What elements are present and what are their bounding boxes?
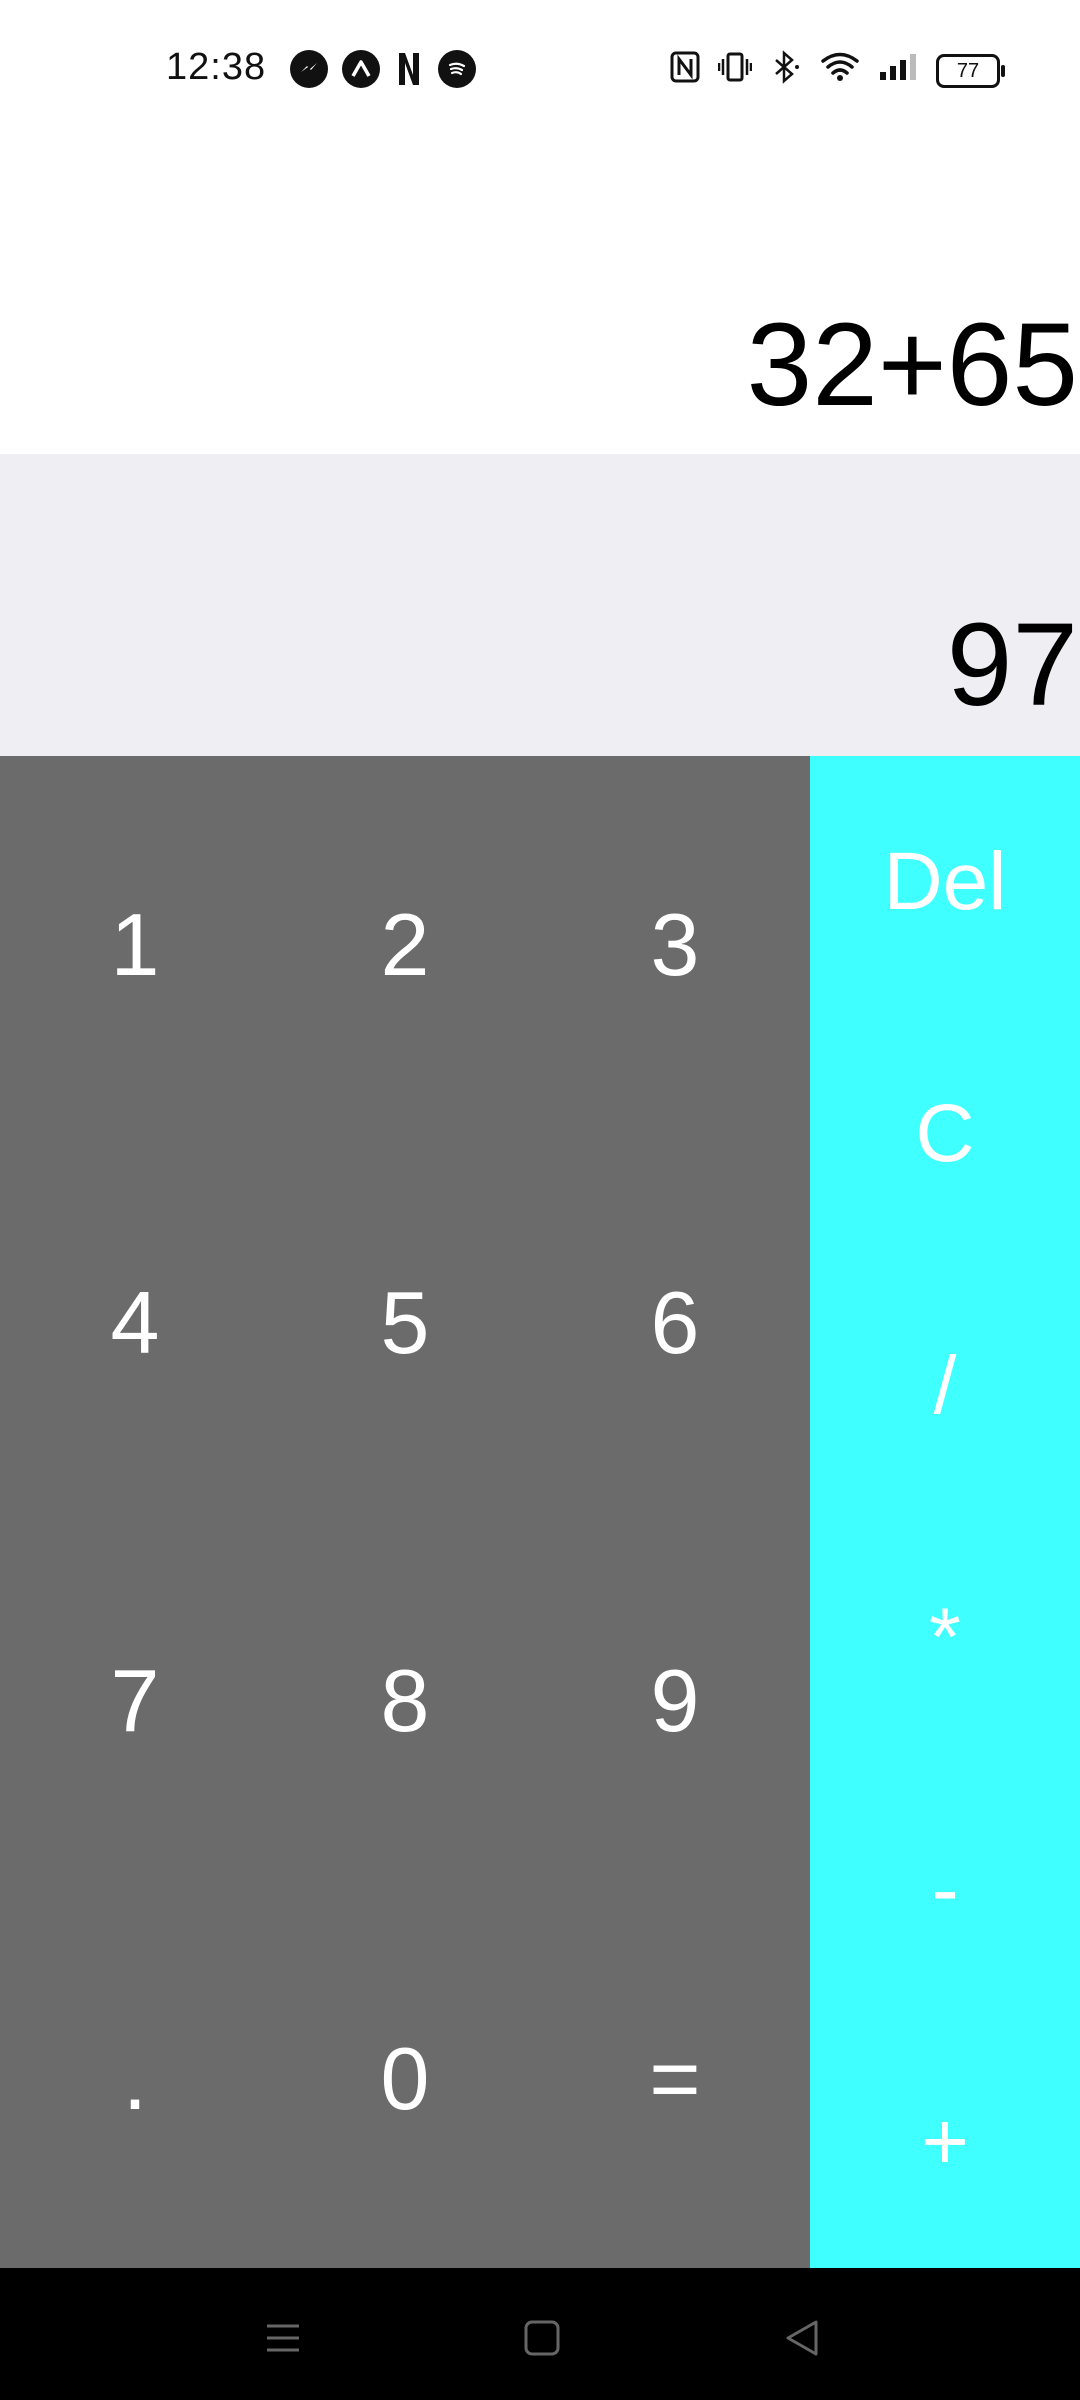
operator-panel: Del C / * - + (810, 756, 1080, 2268)
key-0[interactable]: 0 (270, 1890, 540, 2268)
system-icons: 77 (670, 50, 1005, 92)
home-icon[interactable] (512, 2308, 572, 2368)
key-1[interactable]: 1 (0, 756, 270, 1134)
spotify-icon (438, 50, 476, 88)
menu-icon[interactable] (253, 2308, 313, 2368)
expression-text: 32+65 (746, 299, 1078, 431)
battery-icon: 77 (936, 54, 1005, 88)
numeric-keypad: 1 2 3 4 5 6 7 8 9 . 0 = (0, 756, 810, 2268)
wifi-icon (820, 51, 860, 91)
bluetooth-icon (770, 50, 802, 92)
subtract-button[interactable]: - (810, 1764, 1080, 2016)
app-a-icon (342, 50, 380, 88)
key-4[interactable]: 4 (0, 1134, 270, 1512)
multiply-button[interactable]: * (810, 1512, 1080, 1764)
back-icon[interactable] (772, 2308, 832, 2368)
netflix-icon (394, 50, 424, 88)
key-equals[interactable]: = (540, 1890, 810, 2268)
result-display: 97 (0, 454, 1080, 756)
key-5[interactable]: 5 (270, 1134, 540, 1512)
key-2[interactable]: 2 (270, 756, 540, 1134)
key-6[interactable]: 6 (540, 1134, 810, 1512)
key-9[interactable]: 9 (540, 1512, 810, 1890)
key-8[interactable]: 8 (270, 1512, 540, 1890)
delete-button[interactable]: Del (810, 756, 1080, 1008)
vibrate-icon (717, 51, 753, 91)
navigation-bar (0, 2268, 1080, 2400)
clear-button[interactable]: C (810, 1008, 1080, 1260)
notification-icons (290, 50, 476, 88)
key-7[interactable]: 7 (0, 1512, 270, 1890)
nfc-icon (670, 51, 700, 91)
signal-icon (878, 52, 918, 90)
status-bar: 12:38 77 (0, 0, 1080, 140)
add-button[interactable]: + (810, 2016, 1080, 2268)
divide-button[interactable]: / (810, 1260, 1080, 1512)
status-time: 12:38 (166, 46, 267, 88)
key-decimal[interactable]: . (0, 1890, 270, 2268)
messenger-icon (290, 50, 328, 88)
battery-level: 77 (956, 59, 980, 82)
expression-display: 32+65 (0, 140, 1080, 454)
result-text: 97 (946, 599, 1078, 731)
key-3[interactable]: 3 (540, 756, 810, 1134)
